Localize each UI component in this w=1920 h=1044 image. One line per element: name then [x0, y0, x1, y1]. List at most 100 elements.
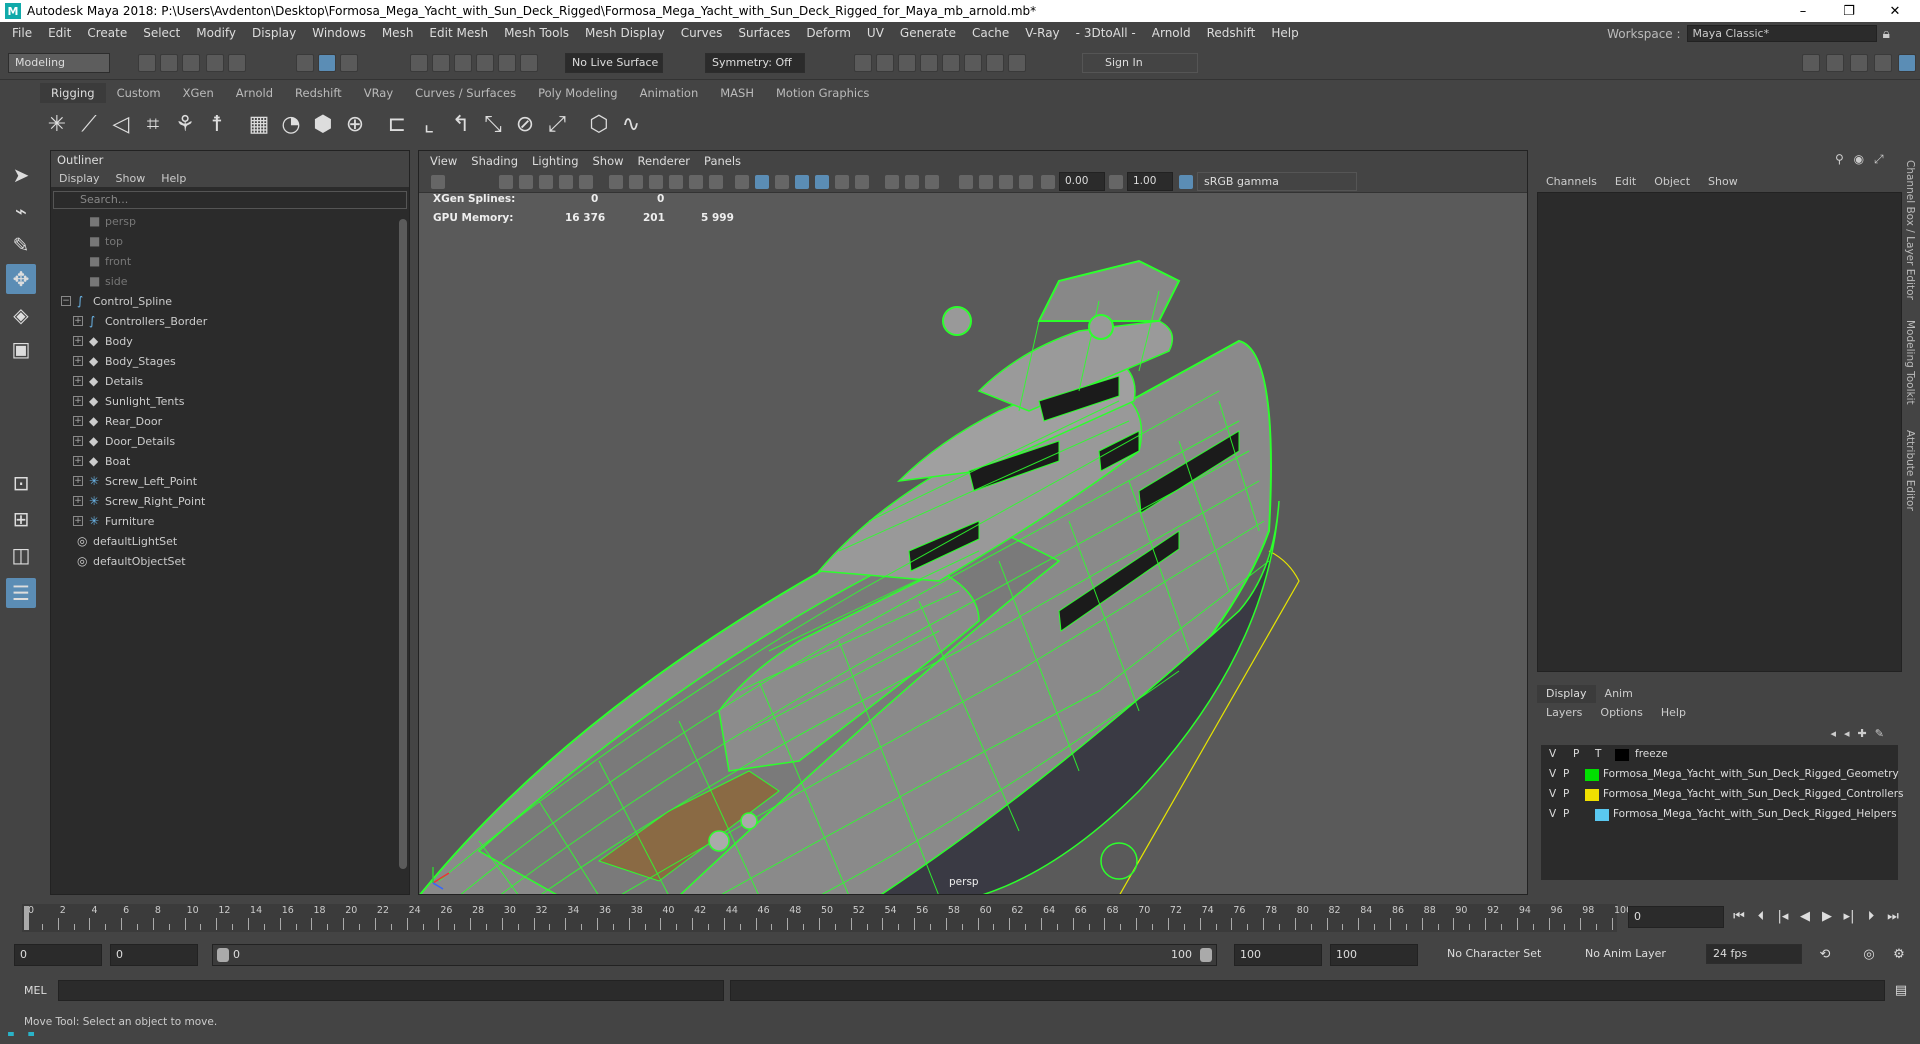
mel-label[interactable]: MEL: [24, 984, 47, 997]
render-current-icon[interactable]: [854, 54, 872, 72]
expand-icon[interactable]: +: [73, 516, 83, 526]
side-tab-attribute-editor[interactable]: Attribute Editor: [1904, 430, 1916, 511]
expand-icon[interactable]: +: [73, 456, 83, 466]
layer-playback-toggle[interactable]: P: [1563, 808, 1569, 820]
anim-start-field[interactable]: 0: [110, 944, 198, 966]
help-icon[interactable]: ◉: [1854, 152, 1864, 166]
layer-row[interactable]: V P Formosa_Mega_Yacht_with_Sun_Deck_Rigge…: [1541, 765, 1899, 785]
fps-dropdown[interactable]: 24 fps: [1706, 944, 1802, 964]
menu-v-ray[interactable]: V-Ray: [1017, 26, 1067, 40]
paint-select-icon[interactable]: ✎: [6, 230, 36, 260]
side-tab-channel-box-layer-editor[interactable]: Channel Box / Layer Editor: [1904, 160, 1916, 300]
shelf-tab-vray[interactable]: VRay: [353, 83, 404, 103]
menu-curves[interactable]: Curves: [673, 26, 731, 40]
menu-file[interactable]: File: [4, 26, 40, 40]
outliner-menu-display[interactable]: Display: [51, 172, 108, 185]
single-view-icon[interactable]: ⊡: [6, 468, 36, 498]
layer-menu-layers[interactable]: Layers: [1537, 706, 1591, 719]
redo-icon[interactable]: [228, 54, 246, 72]
menu-create[interactable]: Create: [79, 26, 135, 40]
vray-stop-icon[interactable]: [986, 54, 1004, 72]
outliner-search-input[interactable]: Search...: [53, 191, 407, 209]
cube-icon[interactable]: ⬡: [584, 108, 614, 140]
layer-tab-anim[interactable]: Anim: [1596, 685, 1642, 703]
script-editor-icon[interactable]: ▤: [1892, 982, 1910, 1000]
range-start-handle[interactable]: [217, 948, 229, 962]
menu-edit[interactable]: Edit: [40, 26, 79, 40]
anim-preferences-icon[interactable]: ⚙: [1890, 946, 1908, 964]
menu-surfaces[interactable]: Surfaces: [730, 26, 798, 40]
maximize-button[interactable]: ❐: [1826, 0, 1872, 22]
shelf-tab-mash[interactable]: MASH: [709, 83, 765, 103]
menu-mesh-display[interactable]: Mesh Display: [577, 26, 673, 40]
ik-handle-icon[interactable]: ⟋: [74, 108, 104, 140]
expand-icon[interactable]: +: [73, 436, 83, 446]
layer-visibility-toggle[interactable]: V: [1549, 768, 1556, 780]
layer-color-swatch[interactable]: [1595, 809, 1609, 821]
menu-mesh-tools[interactable]: Mesh Tools: [496, 26, 577, 40]
menu-edit-mesh[interactable]: Edit Mesh: [421, 26, 496, 40]
tool-settings-icon[interactable]: [1850, 54, 1868, 72]
collapse-icon[interactable]: −: [61, 296, 71, 306]
undo-icon[interactable]: [206, 54, 224, 72]
layer-tab-display[interactable]: Display: [1537, 685, 1596, 703]
ik-spline-icon[interactable]: ◁: [106, 108, 136, 140]
layer-color-swatch[interactable]: [1585, 769, 1599, 781]
four-view-icon[interactable]: ⊞: [6, 504, 36, 534]
menu-redshift[interactable]: Redshift: [1199, 26, 1264, 40]
parent-constraint-icon[interactable]: ⊘: [510, 108, 540, 140]
scale-constraint-icon[interactable]: ⤡: [478, 108, 508, 140]
expand-icon[interactable]: ⤢: [1874, 152, 1884, 166]
outliner-menu-show[interactable]: Show: [108, 172, 154, 185]
render-view-icon[interactable]: [942, 54, 960, 72]
outliner-item-persp[interactable]: ■ persp: [51, 211, 409, 231]
select-hierarchy-icon[interactable]: [296, 54, 314, 72]
menu-uv[interactable]: UV: [859, 26, 892, 40]
outliner-item-sunlight-tents[interactable]: + ◆ Sunlight_Tents: [51, 391, 409, 411]
outliner-item-rear-door[interactable]: + ◆ Rear_Door: [51, 411, 409, 431]
workspace-dropdown[interactable]: Maya Classic*: [1686, 25, 1877, 42]
layer-menu-help[interactable]: Help: [1652, 706, 1695, 719]
expand-icon[interactable]: +: [73, 416, 83, 426]
lasso-tool-icon[interactable]: ⌁: [6, 196, 36, 226]
expand-icon[interactable]: +: [73, 396, 83, 406]
menu-modify[interactable]: Modify: [188, 26, 244, 40]
shelf-tab-arnold[interactable]: Arnold: [225, 83, 284, 103]
open-scene-icon[interactable]: [160, 54, 178, 72]
channel-box-menu-edit[interactable]: Edit: [1606, 175, 1645, 188]
lattice-icon[interactable]: ▦: [244, 108, 274, 140]
shelf-tab-xgen[interactable]: XGen: [172, 83, 225, 103]
layer-editor-toggle-icon[interactable]: [1898, 54, 1916, 72]
snap-point-icon[interactable]: [454, 54, 472, 72]
joint-tool-icon[interactable]: ✳: [42, 108, 72, 140]
menu-cache[interactable]: Cache: [964, 26, 1017, 40]
shelf-tab-curves-surfaces[interactable]: Curves / Surfaces: [404, 83, 527, 103]
shelf-tab-redshift[interactable]: Redshift: [284, 83, 353, 103]
save-scene-icon[interactable]: [182, 54, 200, 72]
outliner-item-top[interactable]: ■ top: [51, 231, 409, 251]
outliner-item-side[interactable]: ■ side: [51, 271, 409, 291]
symmetry-dropdown[interactable]: Symmetry: Off: [705, 53, 805, 73]
layer-action-icons[interactable]: ◂◂✚✎: [1831, 727, 1892, 740]
outliner-menu-help[interactable]: Help: [153, 172, 194, 185]
step-back-key-icon[interactable]: ⏴: [1752, 908, 1770, 926]
step-forward-key-icon[interactable]: ⏵: [1862, 908, 1880, 926]
shelf-tab-custom[interactable]: Custom: [106, 83, 172, 103]
skeleton-icon[interactable]: ⚲: [1835, 152, 1844, 166]
lock-icon[interactable]: 🔒︎: [1883, 26, 1890, 42]
two-view-icon[interactable]: ◫: [6, 540, 36, 570]
sign-in-button[interactable]: Sign In: [1082, 53, 1198, 73]
select-object-icon[interactable]: [318, 54, 336, 72]
cluster-icon[interactable]: ◔: [276, 108, 306, 140]
character-set-dropdown[interactable]: No Character Set: [1430, 944, 1560, 964]
scene-end-field[interactable]: 100: [1330, 944, 1418, 966]
live-surface-field[interactable]: No Live Surface: [565, 53, 663, 73]
scale-tool-icon[interactable]: ▣: [6, 334, 36, 364]
outliner-item-defaultobjectset[interactable]: ◎ defaultObjectSet: [51, 551, 409, 571]
minimize-button[interactable]: –: [1780, 0, 1826, 22]
layer-row[interactable]: V P Formosa_Mega_Yacht_with_Sun_Deck_Rigge…: [1541, 805, 1898, 825]
move-tool-icon[interactable]: ✥: [6, 264, 36, 294]
yacht-wireframe-model[interactable]: [419, 151, 1528, 895]
humanik-icon[interactable]: ☨: [202, 108, 232, 140]
anim-end-field[interactable]: 100: [1234, 944, 1322, 966]
